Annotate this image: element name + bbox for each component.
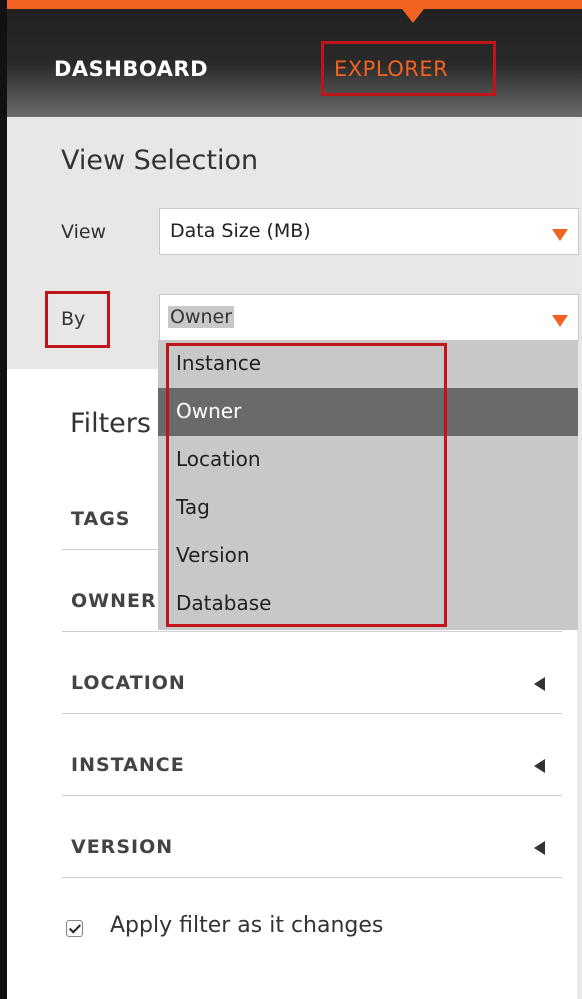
view-select-value: Data Size (MB) [170, 220, 311, 242]
by-select-value: Owner [168, 306, 235, 328]
dropdown-arrow-icon [552, 315, 568, 327]
filter-label-location: LOCATION [71, 672, 186, 694]
by-select[interactable]: Owner [159, 294, 579, 341]
highlight-box-dropdown [166, 343, 447, 627]
top-navigation: DASHBOARD EXPLORER [7, 0, 582, 117]
filter-row-version[interactable]: VERSION [62, 818, 562, 878]
apply-filter-label: Apply filter as it changes [110, 913, 384, 938]
highlight-box-by [45, 291, 110, 348]
filter-label-tags: TAGS [71, 508, 131, 530]
window-left-border [0, 0, 7, 999]
nav-tab-dashboard[interactable]: DASHBOARD [54, 57, 208, 81]
filter-row-location[interactable]: LOCATION [62, 654, 562, 714]
accent-bar [7, 0, 582, 9]
active-tab-pointer-icon [402, 9, 424, 23]
view-selection-title: View Selection [61, 145, 259, 176]
apply-filter-checkbox[interactable] [66, 920, 83, 937]
filter-label-owner: OWNER [71, 590, 157, 612]
filter-label-instance: INSTANCE [71, 754, 185, 776]
view-select[interactable]: Data Size (MB) [159, 208, 579, 255]
filters-title: Filters [70, 408, 151, 439]
view-label: View [61, 221, 107, 243]
expand-arrow-icon[interactable] [534, 759, 545, 773]
dropdown-arrow-icon [552, 229, 568, 241]
filter-row-instance[interactable]: INSTANCE [62, 736, 562, 796]
highlight-box-explorer [321, 41, 496, 96]
expand-arrow-icon[interactable] [534, 677, 545, 691]
expand-arrow-icon[interactable] [534, 841, 545, 855]
view-selection-panel: View Selection View Data Size (MB) By Ow… [7, 117, 579, 369]
filter-label-version: VERSION [71, 836, 174, 858]
